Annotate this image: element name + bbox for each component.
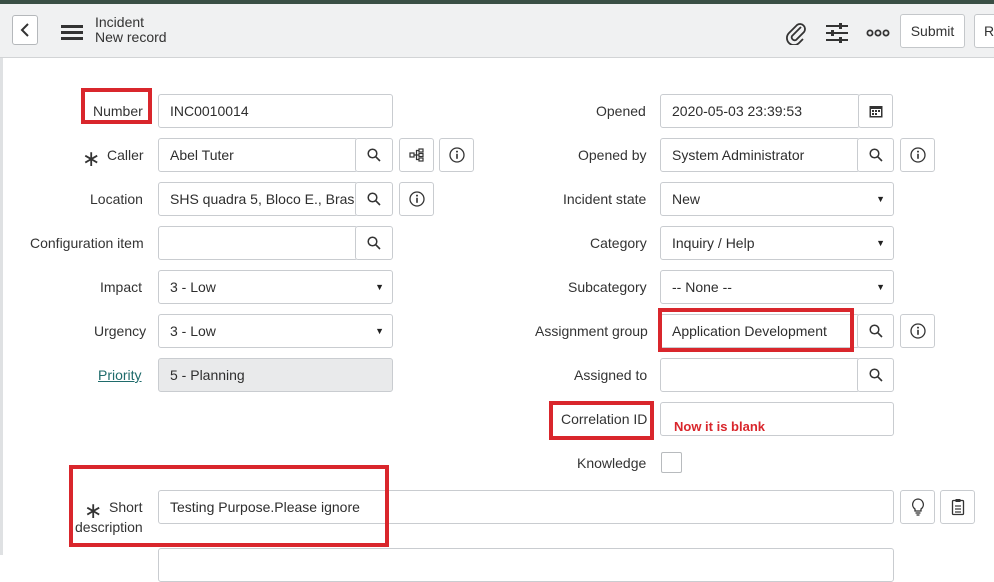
hierarchy-icon — [408, 148, 424, 162]
info-icon — [909, 147, 926, 163]
knowledge-checkbox[interactable] — [661, 452, 682, 473]
highlight-short-description — [69, 465, 389, 547]
priority-link[interactable]: Priority — [98, 367, 142, 383]
configuration-item-field[interactable] — [158, 226, 358, 260]
assigned-to-field[interactable] — [660, 358, 860, 392]
search-icon — [868, 148, 883, 162]
incident-state-value: New — [672, 191, 701, 207]
caller-search-button[interactable] — [355, 138, 393, 172]
incident-state-select[interactable]: New ▼ — [660, 182, 894, 216]
subcategory-value: -- None -- — [672, 279, 732, 295]
caller-info-button[interactable] — [439, 138, 474, 172]
info-icon — [909, 323, 926, 339]
incident-state-label: Incident state — [563, 191, 647, 207]
settings-icon[interactable] — [824, 20, 850, 46]
left-edge — [0, 58, 3, 555]
highlight-number — [81, 88, 152, 124]
attachment-icon[interactable] — [783, 20, 809, 46]
location-search-button[interactable] — [355, 182, 393, 216]
subcategory-label: Subcategory — [568, 279, 647, 295]
info-icon — [408, 191, 425, 207]
urgency-select[interactable]: 3 - Low ▼ — [158, 314, 393, 348]
impact-label: Impact — [100, 279, 143, 295]
chevron-down-icon: ▼ — [876, 194, 885, 204]
highlight-correlation-id — [549, 401, 654, 440]
category-label: Category — [590, 235, 647, 251]
subcategory-select[interactable]: -- None -- ▼ — [660, 270, 894, 304]
priority-field: 5 - Planning — [158, 358, 393, 392]
caller-label: Caller — [107, 147, 144, 163]
search-icon — [868, 324, 883, 338]
chevron-down-icon: ▼ — [375, 326, 384, 336]
opened-label: Opened — [596, 103, 646, 119]
caller-field[interactable]: Abel Tuter — [158, 138, 358, 172]
search-icon — [367, 236, 381, 250]
knowledge-label: Knowledge — [577, 455, 647, 471]
description-field-partial[interactable] — [158, 548, 894, 582]
location-field[interactable]: SHS quadra 5, Bloco E., Brasi — [158, 182, 358, 216]
chevron-down-icon: ▼ — [876, 282, 885, 292]
opened-by-info-button[interactable] — [900, 138, 935, 172]
urgency-value: 3 - Low — [170, 323, 216, 339]
suggestion-button[interactable] — [900, 490, 935, 524]
impact-value: 3 - Low — [170, 279, 216, 295]
category-value: Inquiry / Help — [672, 235, 755, 251]
category-select[interactable]: Inquiry / Help ▼ — [660, 226, 894, 260]
assignment-group-label: Assignment group — [535, 323, 648, 339]
assignment-group-info-button[interactable] — [900, 314, 935, 348]
search-icon — [868, 368, 883, 382]
back-icon — [20, 23, 29, 37]
opened-calendar-button[interactable] — [858, 94, 893, 128]
more-icon[interactable] — [865, 20, 891, 46]
highlight-assignment-group — [658, 308, 854, 352]
resolve-button[interactable]: R — [974, 14, 994, 48]
location-label: Location — [90, 191, 143, 207]
template-button[interactable] — [940, 490, 975, 524]
chevron-down-icon: ▼ — [375, 282, 384, 292]
search-icon — [367, 148, 381, 162]
lightbulb-icon — [911, 498, 924, 516]
form-title: Incident — [95, 14, 145, 30]
clipboard-icon — [951, 499, 964, 516]
location-info-button[interactable] — [399, 182, 434, 216]
form-subtitle: New record — [95, 29, 167, 45]
info-icon — [448, 147, 465, 163]
opened-by-label: Opened by — [578, 147, 647, 163]
number-field[interactable]: INC0010014 — [158, 94, 393, 128]
priority-label[interactable]: Priority — [98, 367, 142, 383]
form-header: Incident New record Submit R — [0, 4, 994, 58]
opened-by-field[interactable]: System Administrator — [660, 138, 860, 172]
opened-by-search-button[interactable] — [857, 138, 894, 172]
annotation-note: Now it is blank — [674, 419, 766, 434]
opened-field[interactable]: 2020-05-03 23:39:53 — [660, 94, 860, 128]
submit-button[interactable]: Submit — [900, 14, 965, 48]
back-button[interactable] — [12, 15, 38, 45]
assigned-to-label: Assigned to — [574, 367, 648, 383]
assigned-to-search-button[interactable] — [857, 358, 894, 392]
caller-hierarchy-button[interactable] — [399, 138, 434, 172]
search-icon — [367, 192, 381, 206]
assignment-group-search-button[interactable] — [857, 314, 894, 348]
impact-select[interactable]: 3 - Low ▼ — [158, 270, 393, 304]
configuration-item-label: Configuration item — [30, 235, 144, 251]
chevron-down-icon: ▼ — [876, 238, 885, 248]
calendar-icon — [869, 105, 882, 117]
menu-icon[interactable] — [61, 25, 83, 40]
configuration-item-search-button[interactable] — [355, 226, 393, 260]
mandatory-indicator: ∗ — [82, 146, 101, 171]
urgency-label: Urgency — [94, 323, 147, 339]
